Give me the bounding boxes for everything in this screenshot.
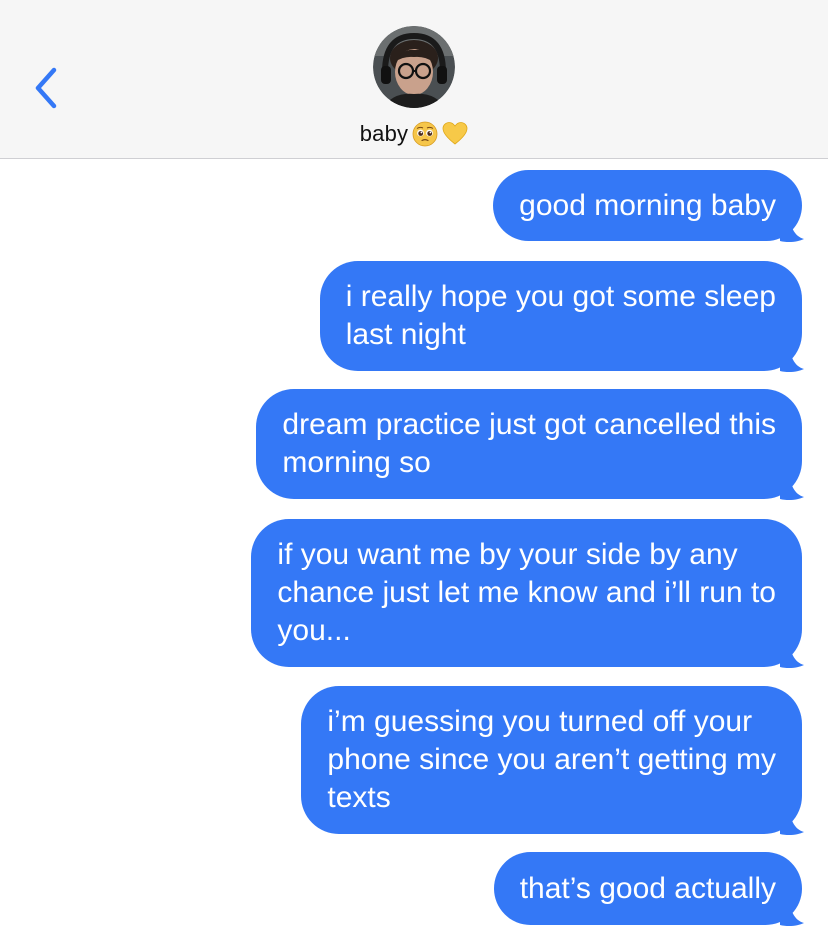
message-text: good morning baby <box>519 188 776 222</box>
message-text: i’m guessing you turned off your phone s… <box>327 705 776 814</box>
bubble-tail-icon <box>780 802 804 836</box>
yellow-heart-emoji-icon <box>442 122 468 145</box>
bubble-tail-icon <box>780 893 804 927</box>
contact-avatar[interactable] <box>373 26 455 108</box>
message-text: dream practice just got cancelled this m… <box>282 408 776 479</box>
sent-message-bubble[interactable]: good morning baby <box>493 170 802 241</box>
bubble-tail-icon <box>780 339 804 373</box>
sent-message-bubble[interactable]: i really hope you got some sleep last ni… <box>319 261 802 371</box>
message-text: if you want me by your side by any chanc… <box>277 538 776 647</box>
sent-message-bubble[interactable]: that’s good actually <box>493 852 802 925</box>
back-button[interactable] <box>28 64 68 112</box>
conversation-header: baby <box>0 0 828 159</box>
sent-message-bubble[interactable]: i’m guessing you turned off your phone s… <box>301 686 802 834</box>
avatar-photo-icon <box>373 26 455 108</box>
message-thread[interactable]: good morning baby i really hope you got … <box>0 160 828 935</box>
contact-name: baby <box>359 121 409 146</box>
pleading-face-emoji-icon <box>412 121 438 147</box>
message-text: i really hope you got some sleep last ni… <box>345 280 776 351</box>
bubble-tail-icon <box>780 467 804 501</box>
sent-message-bubble[interactable]: dream practice just got cancelled this m… <box>256 389 802 499</box>
message-text: that’s good actually <box>519 871 776 905</box>
chevron-left-icon <box>35 67 57 109</box>
bubble-tail-icon <box>780 635 804 669</box>
sent-message-bubble[interactable]: if you want me by your side by any chanc… <box>251 519 802 667</box>
contact-name-button[interactable]: baby <box>0 116 828 152</box>
bubble-tail-icon <box>780 209 804 243</box>
